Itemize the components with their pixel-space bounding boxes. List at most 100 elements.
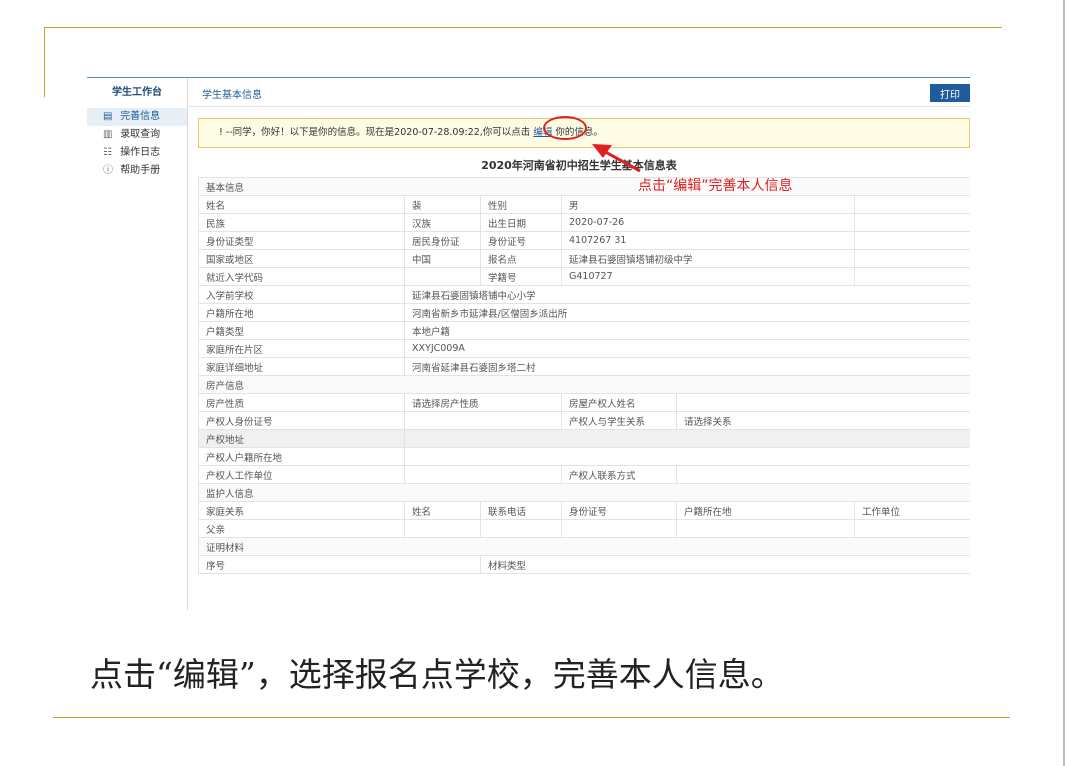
- table-cell: 4107267 31: [561, 231, 855, 250]
- table-cell: 房产性质: [198, 393, 405, 412]
- notice-text: ! --同学，你好！以下是你的信息。现在是2020-07-28.09:22,你可…: [219, 127, 531, 138]
- table-cell: 材料类型: [479, 555, 970, 574]
- form-title: 2020年河南省初中招生学生基本信息表: [481, 159, 677, 172]
- table-cell: 延津县石婆固镇塔铺初级中学: [561, 249, 855, 268]
- table-row: 户籍类型 本地户籍: [198, 321, 970, 340]
- table-cell: 联系电话: [480, 501, 562, 520]
- document-icon: ▥: [103, 129, 113, 140]
- table-cell: 家庭关系: [198, 501, 405, 520]
- table-cell: 房产信息: [197, 375, 970, 394]
- table-cell: 序号: [198, 555, 481, 574]
- main-header: 学生基本信息 打印: [188, 78, 970, 107]
- sidebar-item-operation-log[interactable]: ☷ 操作日志: [87, 144, 187, 162]
- table-cell: 国家或地区: [198, 249, 405, 268]
- table-cell: 出生日期: [480, 213, 562, 232]
- table-cell: [404, 519, 481, 538]
- table-cell: [853, 195, 970, 214]
- annotation-circle: [543, 116, 587, 140]
- table-cell: 就近入学代码: [198, 267, 405, 286]
- table-cell: 家庭所在片区: [198, 339, 405, 358]
- table-row: 户籍所在地 河南省新乡市延津县/区僧固乡派出所: [198, 303, 970, 322]
- table-cell: 入学前学校: [198, 285, 405, 304]
- slide-caption: 点击“编辑”，选择报名点学校，完善本人信息。: [90, 655, 784, 694]
- table-cell: 请选择关系: [675, 411, 970, 430]
- table-row: 产权人工作单位 产权人联系方式: [198, 465, 970, 484]
- table-row: 房产性质 请选择房产性质 房屋产权人姓名: [198, 393, 970, 412]
- table-row: 产权地址: [198, 429, 970, 448]
- table-cell: 男: [561, 195, 855, 214]
- table-cell: 性别: [480, 195, 562, 214]
- table-cell: 居民身份证: [404, 231, 481, 250]
- table-cell: 产权人身份证号: [198, 411, 405, 430]
- table-cell: 姓名: [198, 195, 405, 214]
- table-cell: [853, 213, 970, 232]
- table-cell: [676, 519, 855, 538]
- table-row: 就近入学代码 学籍号 G410727: [198, 267, 970, 286]
- annotation-text: 点击“编辑”完善本人信息: [638, 178, 793, 194]
- table-cell: [675, 465, 970, 484]
- table-cell: 学籍号: [480, 267, 562, 286]
- table-cell: 产权人联系方式: [561, 465, 677, 484]
- student-info-table: 基本信息 姓名裴性别男民族 汉族 出生日期 2020-07-26 身份证类型 居民身份证 身份…: [197, 177, 970, 574]
- sidebar-title: 学生工作台: [112, 87, 162, 98]
- table-cell: XXYJC009A: [403, 339, 970, 358]
- table-cell: 产权人与学生关系: [561, 411, 677, 430]
- table-cell: 河南省延津县石婆固乡塔二村: [403, 357, 970, 376]
- id-card-icon: ▤: [103, 111, 113, 122]
- table-cell: [404, 267, 481, 286]
- sidebar-item-admission-query[interactable]: ▥ 录取查询: [87, 126, 187, 144]
- table-cell: 户籍所在地: [676, 501, 855, 520]
- sidebar-item-complete-info[interactable]: ▤ 完善信息: [87, 108, 187, 126]
- slide-left-rule: [44, 27, 45, 97]
- table-cell: 民族: [198, 213, 405, 232]
- table-cell: 延津县石婆固镇塔铺中心小学: [403, 285, 970, 304]
- table-row: 基本信息: [197, 177, 970, 196]
- table-cell: 请选择房产性质: [404, 393, 562, 412]
- table-cell: 河南省新乡市延津县/区僧固乡派出所: [403, 303, 970, 322]
- sidebar-item-label: 录取查询: [120, 129, 161, 140]
- table-cell: [403, 447, 970, 466]
- table-cell: 本地户籍: [403, 321, 970, 340]
- table-row: 监护人信息: [197, 483, 970, 502]
- sidebar: 学生工作台 ▤ 完善信息 ▥ 录取查询 ☷ 操作日志 ⓘ 帮助手册: [87, 78, 188, 610]
- sidebar-item-label: 完善信息: [120, 111, 161, 122]
- table-cell: 父亲: [198, 519, 405, 538]
- table-cell: 产权地址: [198, 429, 405, 448]
- table-row: 姓名裴性别男: [198, 195, 970, 214]
- table-cell: 汉族: [404, 213, 481, 232]
- table-cell: 中国: [404, 249, 481, 268]
- table-row: 家庭关系 姓名 联系电话 身份证号 户籍所在地 工作单位: [198, 501, 970, 520]
- sidebar-item-label: 操作日志: [120, 147, 161, 158]
- table-row: 房产信息: [197, 375, 970, 394]
- table-cell: 基本信息: [197, 177, 970, 196]
- table-cell: 证明材料: [197, 537, 970, 556]
- breadcrumb[interactable]: 学生基本信息: [202, 86, 262, 101]
- sidebar-item-help[interactable]: ⓘ 帮助手册: [87, 162, 187, 180]
- table-cell: 产权人户籍所在地: [198, 447, 405, 466]
- table-cell: 身份证类型: [198, 231, 405, 250]
- print-button[interactable]: 打印: [930, 84, 970, 102]
- table-cell: 裴: [404, 195, 481, 214]
- slide-bottom-rule: [53, 717, 1010, 718]
- table-cell: [675, 393, 970, 412]
- table-row: 国家或地区 中国 报名点 延津县石婆固镇塔铺初级中学: [198, 249, 970, 268]
- table-cell: [853, 267, 970, 286]
- table-cell: 监护人信息: [197, 483, 970, 502]
- table-row: 父亲: [198, 519, 970, 538]
- table-cell: [853, 249, 970, 268]
- table-cell: 姓名: [404, 501, 481, 520]
- table-row: 民族 汉族 出生日期 2020-07-26: [198, 213, 970, 232]
- table-cell: 房屋产权人姓名: [561, 393, 677, 412]
- table-cell: [853, 231, 970, 250]
- table-row: 家庭所在片区 XXYJC009A: [198, 339, 970, 358]
- table-cell: [853, 519, 970, 538]
- table-cell: 身份证号: [480, 231, 562, 250]
- table-cell: 家庭详细地址: [198, 357, 405, 376]
- table-row: 产权人户籍所在地: [198, 447, 970, 466]
- table-row: 产权人身份证号 产权人与学生关系 请选择关系: [198, 411, 970, 430]
- table-cell: [404, 465, 562, 484]
- table-cell: 报名点: [480, 249, 562, 268]
- table-row: 序号 材料类型: [198, 555, 970, 574]
- slide-top-rule: [44, 27, 1002, 28]
- sidebar-item-label: 帮助手册: [120, 165, 161, 176]
